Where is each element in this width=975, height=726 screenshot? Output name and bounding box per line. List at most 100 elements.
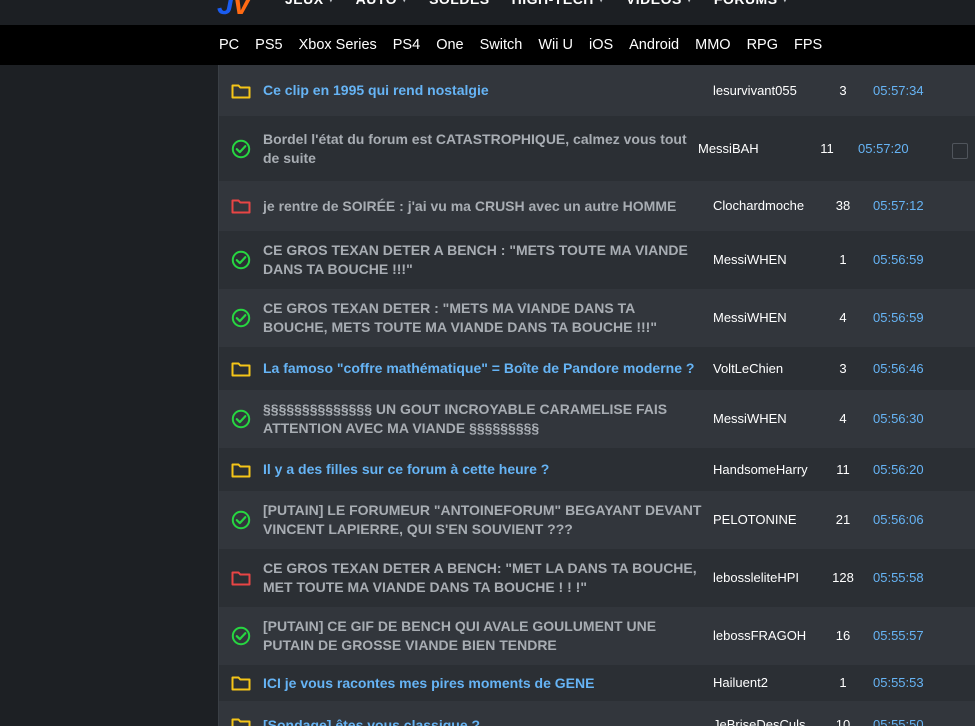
topic-row[interactable]: [PUTAIN] CE GIF DE BENCH QUI AVALE GOULU… <box>219 607 975 666</box>
folder-yellow-icon <box>231 359 251 379</box>
topic-title[interactable]: Bordel l'état du forum est CATASTROPHIQU… <box>263 130 693 168</box>
topnav-jeux[interactable]: JEUX ▾ <box>285 0 334 7</box>
topic-reply-count: 11 <box>836 461 850 477</box>
topic-author[interactable]: JeBriseDesCuls <box>713 717 805 726</box>
folder-red-icon <box>231 196 251 216</box>
topic-title[interactable]: je rentre de SOIRÉE : j'ai vu ma CRUSH a… <box>263 197 703 216</box>
topic-last-post-time[interactable]: 05:57:12 <box>873 198 924 213</box>
topic-author[interactable]: MessiWHEN <box>713 252 787 267</box>
topnav-label: SOLDES <box>429 0 490 7</box>
top-header: JV JEUX▾AUTO▾SOLDESHIGH-TECH▾VIDEOS▾FORU… <box>0 0 975 25</box>
topic-author[interactable]: HandsomeHarry <box>713 462 808 477</box>
topic-title[interactable]: [Sondage] êtes vous classique ? <box>263 716 703 726</box>
platform-link[interactable]: One <box>436 37 463 53</box>
chevron-down-icon: ▾ <box>402 0 407 5</box>
topnav-soldes[interactable]: SOLDES <box>429 0 490 7</box>
logo-letter-v: V <box>231 0 252 21</box>
jv-logo[interactable]: JV <box>217 0 252 22</box>
platform-link[interactable]: Switch <box>480 37 523 53</box>
topnav-high-tech[interactable]: HIGH-TECH ▾ <box>512 0 604 7</box>
left-gutter <box>0 65 218 726</box>
topic-author[interactable]: Clochardmoche <box>713 198 804 213</box>
topic-last-post-time[interactable]: 05:57:20 <box>858 141 909 156</box>
topic-title[interactable]: Ce clip en 1995 qui rend nostalgie <box>263 81 703 100</box>
topic-author[interactable]: lebossFRAGOH <box>713 628 806 643</box>
topic-row[interactable]: Bordel l'état du forum est CATASTROPHIQU… <box>219 116 975 182</box>
topic-last-post-time[interactable]: 05:57:34 <box>873 83 924 98</box>
topic-title[interactable]: ICI je vous racontes mes pires moments d… <box>263 674 703 693</box>
platform-link[interactable]: Wii U <box>538 37 573 53</box>
topnav-forums[interactable]: FORUMS ▾ <box>714 0 788 7</box>
topic-reply-count: 3 <box>839 360 847 376</box>
topnav-label: JEUX <box>285 0 324 7</box>
check-circle-icon <box>231 626 251 646</box>
topic-select-checkbox[interactable] <box>952 142 968 159</box>
folder-yellow-icon <box>231 715 251 726</box>
topic-author[interactable]: lesurvivant055 <box>713 83 797 98</box>
topic-reply-count: 1 <box>839 252 847 267</box>
topic-title[interactable]: [PUTAIN] CE GIF DE BENCH QUI AVALE GOULU… <box>263 617 703 655</box>
topic-title[interactable]: CE GROS TEXAN DETER A BENCH: "MET LA DAN… <box>263 559 703 597</box>
platform-link[interactable]: PC <box>219 37 239 53</box>
chevron-down-icon: ▾ <box>599 0 604 5</box>
topic-title[interactable]: CE GROS TEXAN DETER A BENCH : "METS TOUT… <box>263 241 703 279</box>
topic-title[interactable]: §§§§§§§§§§§§§§ UN GOUT INCROYABLE CARAME… <box>263 400 703 438</box>
topnav-label: VIDEOS <box>626 0 682 7</box>
topic-last-post-time[interactable]: 05:55:57 <box>873 628 924 643</box>
platform-link[interactable]: FPS <box>794 37 822 53</box>
platform-bar: PC PS5 Xbox Series PS4 One Switch Wii U iOS Andr… <box>0 25 975 65</box>
topic-author[interactable]: MessiWHEN <box>713 411 787 426</box>
topic-row[interactable]: CE GROS TEXAN DETER A BENCH : "METS TOUT… <box>219 231 975 290</box>
folder-yellow-icon <box>231 460 251 480</box>
check-circle-icon <box>231 409 251 429</box>
topic-author[interactable]: Hailuent2 <box>713 675 768 690</box>
platform-link[interactable]: RPG <box>747 37 778 53</box>
topic-row[interactable]: Il y a des filles sur ce forum à cette h… <box>219 448 975 492</box>
topic-last-post-time[interactable]: 05:56:59 <box>873 310 924 325</box>
topic-author[interactable]: MessiWHEN <box>713 310 787 325</box>
topic-author[interactable]: MessiBAH <box>698 141 759 156</box>
topic-reply-count: 11 <box>820 140 834 156</box>
topic-title[interactable]: La famoso "coffre mathématique" = Boîte … <box>263 359 703 378</box>
topic-reply-count: 3 <box>839 82 847 98</box>
topic-last-post-time[interactable]: 05:56:59 <box>873 252 924 267</box>
topic-row[interactable]: La famoso "coffre mathématique" = Boîte … <box>219 347 975 391</box>
platform-link[interactable]: PS4 <box>393 37 420 53</box>
topic-last-post-time[interactable]: 05:55:53 <box>873 675 924 690</box>
check-circle-icon <box>231 139 251 159</box>
platform-link[interactable]: iOS <box>589 37 613 53</box>
platform-link[interactable]: PS5 <box>255 37 282 53</box>
topic-title[interactable]: Il y a des filles sur ce forum à cette h… <box>263 460 703 479</box>
topic-author[interactable]: VoltLeChien <box>713 361 783 376</box>
topic-row[interactable]: je rentre de SOIRÉE : j'ai vu ma CRUSH a… <box>219 181 975 232</box>
platform-link[interactable]: MMO <box>695 37 730 53</box>
topic-row[interactable]: Ce clip en 1995 qui rend nostalgie lesurv… <box>219 65 975 117</box>
topic-row[interactable]: [Sondage] êtes vous classique ? JeBriseDe… <box>219 701 975 726</box>
topic-row[interactable]: CE GROS TEXAN DETER : "METS MA VIANDE DA… <box>219 289 975 348</box>
topic-reply-count: 128 <box>832 570 854 585</box>
topic-last-post-time[interactable]: 05:55:58 <box>873 570 924 585</box>
topic-row[interactable]: §§§§§§§§§§§§§§ UN GOUT INCROYABLE CARAME… <box>219 390 975 449</box>
topic-row[interactable]: ICI je vous racontes mes pires moments d… <box>219 665 975 702</box>
topic-row[interactable]: CE GROS TEXAN DETER A BENCH: "MET LA DAN… <box>219 549 975 608</box>
platform-link[interactable]: Xbox Series <box>299 37 377 53</box>
topic-title[interactable]: CE GROS TEXAN DETER : "METS MA VIANDE DA… <box>263 299 703 337</box>
chevron-down-icon: ▾ <box>329 0 334 5</box>
topic-last-post-time[interactable]: 05:56:20 <box>873 462 924 477</box>
topic-last-post-time[interactable]: 05:55:50 <box>873 717 924 726</box>
check-circle-icon <box>231 510 251 530</box>
topnav-auto[interactable]: AUTO ▾ <box>356 0 407 7</box>
topic-reply-count: 38 <box>835 198 851 213</box>
topnav-videos[interactable]: VIDEOS ▾ <box>626 0 692 7</box>
topic-last-post-time[interactable]: 05:56:46 <box>873 361 924 376</box>
topic-author[interactable]: PELOTONINE <box>713 512 797 527</box>
topic-last-post-time[interactable]: 05:56:30 <box>873 411 924 426</box>
topic-reply-count: 4 <box>839 411 847 426</box>
topic-title[interactable]: [PUTAIN] LE FORUMEUR "ANTOINEFORUM" BEGA… <box>263 501 703 539</box>
check-circle-icon <box>231 308 251 328</box>
topic-last-post-time[interactable]: 05:56:06 <box>873 512 924 527</box>
topic-reply-count: 10 <box>835 717 851 726</box>
topic-row[interactable]: [PUTAIN] LE FORUMEUR "ANTOINEFORUM" BEGA… <box>219 491 975 550</box>
topic-author[interactable]: lebossleliteHPI <box>713 570 799 585</box>
platform-link[interactable]: Android <box>629 37 679 53</box>
